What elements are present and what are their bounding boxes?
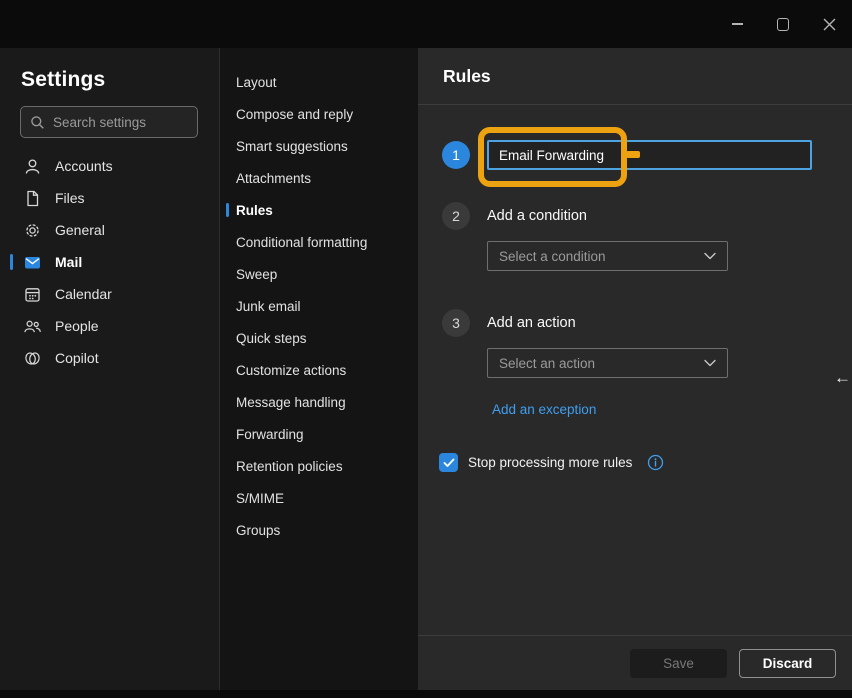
nav-item-label: Smart suggestions [236, 139, 348, 154]
minimize-icon [732, 23, 743, 25]
sidebar-item-label: Mail [55, 254, 82, 270]
rule-editor: 1 2 Add a condition Select a condition [418, 105, 852, 635]
step-number: 1 [452, 147, 460, 163]
mail-settings-list: Layout Compose and reply Smart suggestio… [220, 48, 418, 546]
maximize-icon [777, 18, 789, 31]
minimize-button[interactable] [714, 0, 760, 48]
discard-button[interactable]: Discard [739, 649, 836, 678]
condition-select[interactable]: Select a condition [487, 241, 728, 271]
nav-item-forwarding[interactable]: Forwarding [220, 418, 418, 450]
nav-item-label: Compose and reply [236, 107, 353, 122]
nav-item-junk-email[interactable]: Junk email [220, 290, 418, 322]
stop-processing-label: Stop processing more rules [468, 455, 632, 470]
rule-name-input[interactable] [487, 140, 812, 170]
nav-item-message-handling[interactable]: Message handling [220, 386, 418, 418]
step-2-label: Add a condition [487, 208, 587, 224]
settings-sidebar: Settings Accounts Files [0, 48, 219, 690]
nav-item-label: Layout [236, 75, 277, 90]
sidebar-item-files[interactable]: Files [0, 182, 219, 214]
nav-item-label: Message handling [236, 395, 346, 410]
nav-item-rules[interactable]: Rules [220, 194, 418, 226]
action-select-value: Select an action [499, 356, 595, 371]
stop-processing-checkbox[interactable] [439, 453, 458, 472]
nav-item-label: Sweep [236, 267, 277, 282]
nav-item-label: Attachments [236, 171, 311, 186]
stop-processing-row: Stop processing more rules [439, 453, 852, 472]
condition-select-value: Select a condition [499, 249, 606, 264]
settings-title: Settings [21, 68, 219, 92]
sidebar-item-label: People [55, 318, 99, 334]
sidebar-item-calendar[interactable]: Calendar [0, 278, 219, 310]
check-icon [443, 458, 455, 468]
nav-item-retention-policies[interactable]: Retention policies [220, 450, 418, 482]
nav-item-smart-suggestions[interactable]: Smart suggestions [220, 130, 418, 162]
nav-item-attachments[interactable]: Attachments [220, 162, 418, 194]
nav-item-customize-actions[interactable]: Customize actions [220, 354, 418, 386]
settings-dialog: Settings Accounts Files [0, 48, 852, 690]
nav-item-label: S/MIME [236, 491, 284, 506]
step-1-row: 1 [442, 140, 852, 170]
chevron-down-icon [704, 359, 716, 367]
step-1-badge: 1 [442, 141, 470, 169]
nav-item-label: Forwarding [236, 427, 304, 442]
step-3-row: 3 Add an action [442, 309, 852, 337]
panel-footer: Save Discard [418, 635, 852, 690]
search-input[interactable] [53, 115, 188, 130]
nav-item-label: Conditional formatting [236, 235, 367, 250]
mail-settings-nav: Layout Compose and reply Smart suggestio… [219, 48, 418, 690]
copilot-icon [23, 349, 42, 368]
nav-item-label: Quick steps [236, 331, 307, 346]
calendar-icon [23, 285, 42, 304]
maximize-button[interactable] [760, 0, 806, 48]
step-2-badge: 2 [442, 202, 470, 230]
sidebar-item-label: Files [55, 190, 85, 206]
nav-item-label: Junk email [236, 299, 301, 314]
person-icon [23, 157, 42, 176]
nav-item-groups[interactable]: Groups [220, 514, 418, 546]
nav-item-sweep[interactable]: Sweep [220, 258, 418, 290]
step-number: 2 [452, 208, 460, 224]
file-icon [23, 189, 42, 208]
sidebar-item-accounts[interactable]: Accounts [0, 150, 219, 182]
chevron-down-icon [704, 252, 716, 260]
gear-icon [23, 221, 42, 240]
step-number: 3 [452, 315, 460, 331]
sidebar-item-label: Copilot [55, 350, 99, 366]
rules-panel: Rules 1 2 Add a condition Select a condi… [418, 48, 852, 690]
save-button[interactable]: Save [630, 649, 727, 678]
step-3-label: Add an action [487, 315, 576, 331]
sidebar-item-label: Accounts [55, 158, 113, 174]
nav-item-quick-steps[interactable]: Quick steps [220, 322, 418, 354]
mail-icon [23, 253, 42, 272]
page-title: Rules [443, 66, 491, 87]
sidebar-item-people[interactable]: People [0, 310, 219, 342]
nav-item-compose-and-reply[interactable]: Compose and reply [220, 98, 418, 130]
nav-item-conditional-formatting[interactable]: Conditional formatting [220, 226, 418, 258]
close-icon [823, 18, 836, 31]
action-select[interactable]: Select an action [487, 348, 728, 378]
panel-header: Rules [418, 48, 852, 105]
search-icon [30, 115, 45, 130]
step-2-row: 2 Add a condition [442, 202, 852, 230]
close-button[interactable] [806, 0, 852, 48]
nav-item-label: Customize actions [236, 363, 346, 378]
nav-item-label: Groups [236, 523, 280, 538]
add-exception-link[interactable]: Add an exception [492, 402, 596, 417]
sidebar-item-copilot[interactable]: Copilot [0, 342, 219, 374]
nav-item-smime[interactable]: S/MIME [220, 482, 418, 514]
sidebar-item-general[interactable]: General [0, 214, 219, 246]
titlebar [0, 0, 852, 48]
nav-item-label: Retention policies [236, 459, 343, 474]
search-box[interactable] [20, 106, 198, 138]
nav-item-label: Rules [236, 203, 273, 218]
sidebar-item-label: Calendar [55, 286, 112, 302]
step-3-badge: 3 [442, 309, 470, 337]
sidebar-item-label: General [55, 222, 105, 238]
sidebar-nav: Accounts Files General Mail [0, 150, 219, 374]
info-icon[interactable] [647, 454, 664, 471]
nav-item-layout[interactable]: Layout [220, 66, 418, 98]
people-icon [23, 317, 42, 336]
sidebar-item-mail[interactable]: Mail [0, 246, 219, 278]
window-bottom-edge [0, 690, 852, 698]
